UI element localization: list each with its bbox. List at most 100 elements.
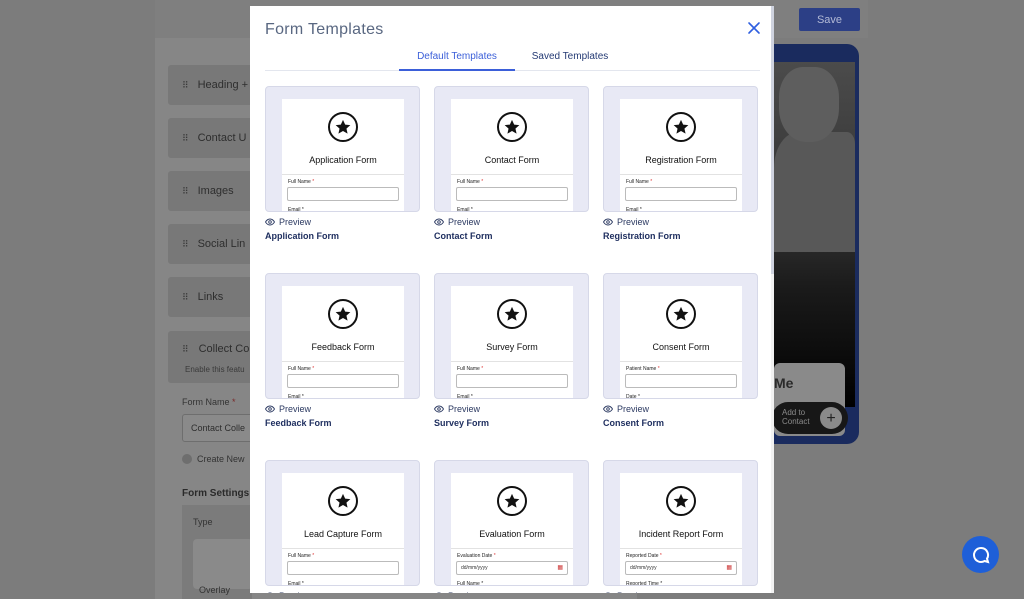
date-placeholder: dd/mm/yyyy (630, 565, 657, 571)
template-name[interactable]: Application Form (265, 231, 339, 241)
template-name[interactable]: Registration Form (603, 231, 681, 241)
text-input (287, 187, 399, 201)
field-label: Email * (457, 394, 473, 398)
field-label-text: Full Name (288, 179, 311, 185)
star-icon (497, 486, 527, 516)
field-label: Full Name * (457, 366, 483, 372)
field-label-text: Full Name (457, 179, 480, 185)
template-name[interactable]: Contact Form (434, 231, 493, 241)
type-label: Type (193, 517, 213, 527)
preview-link[interactable]: Preview (434, 404, 480, 414)
save-button[interactable]: Save (799, 8, 860, 31)
field-label: Email * (288, 394, 304, 398)
section-label: Images (197, 185, 234, 197)
add-to-contact-button[interactable]: Add to Contact + (772, 402, 848, 434)
create-new-label: Create New (197, 454, 245, 464)
drag-handle-icon[interactable]: ⠿ (182, 344, 189, 354)
drag-handle-icon[interactable]: ⠿ (182, 292, 189, 303)
field-label: Email * (288, 581, 304, 586)
eye-icon (434, 405, 444, 413)
create-new-radio[interactable]: Create New (182, 454, 245, 464)
template-tabs: Default Templates Saved Templates (265, 50, 760, 71)
preview-link[interactable]: Preview (603, 591, 649, 593)
preview-link[interactable]: Preview (434, 217, 480, 227)
eye-icon (265, 405, 275, 413)
field-label: Date * (626, 394, 640, 398)
thumbnail-page: Incident Report Form Reported Date * dd/… (620, 473, 742, 586)
section-label: Social Lin (197, 238, 246, 250)
template-thumbnail[interactable]: Evaluation Form Evaluation Date * dd/mm/… (434, 460, 589, 586)
close-icon[interactable] (747, 20, 761, 36)
required-marker: * (639, 207, 642, 212)
field-label: Full Name * (626, 179, 652, 185)
drag-handle-icon[interactable]: ⠿ (182, 80, 189, 91)
star-icon (497, 112, 527, 142)
type-panel: Type Overlay (182, 505, 253, 599)
field-label: Email * (288, 207, 304, 211)
preview-label: Preview (279, 591, 311, 593)
profile-name: Me (774, 375, 794, 391)
star-icon (328, 486, 358, 516)
template-name[interactable]: Feedback Form (265, 418, 332, 428)
template-thumbnail[interactable]: Consent Form Patient Name * Date * (603, 273, 758, 399)
preview-link[interactable]: Preview (603, 404, 649, 414)
tab-default-templates[interactable]: Default Templates (399, 50, 515, 71)
preview-label: Preview (279, 217, 312, 227)
radio-icon[interactable] (182, 454, 192, 464)
required-marker: * (301, 581, 304, 586)
thumbnail-title: Application Form (309, 155, 377, 165)
form-templates-modal: Form Templates Default Templates Saved T… (250, 6, 774, 593)
star-icon (666, 112, 696, 142)
field-label: Email * (626, 207, 642, 212)
required-marker: * (470, 207, 473, 212)
help-chat-button[interactable] (962, 536, 999, 573)
preview-link[interactable]: Preview (434, 591, 480, 593)
preview-link[interactable]: Preview (265, 591, 311, 593)
template-name[interactable]: Consent Form (603, 418, 664, 428)
field-label-text: Email (288, 581, 301, 586)
template-thumbnail[interactable]: Registration Form Full Name * Email * (603, 86, 758, 212)
star-icon (328, 299, 358, 329)
template-thumbnail[interactable]: Feedback Form Full Name * Email * (265, 273, 420, 399)
drag-handle-icon[interactable]: ⠿ (182, 133, 189, 144)
tab-saved-templates[interactable]: Saved Templates (529, 50, 611, 71)
preview-link[interactable]: Preview (603, 217, 649, 227)
thumbnail-title: Consent Form (652, 342, 710, 352)
field-label: Evaluation Date * (457, 553, 496, 559)
scrollbar-thumb[interactable] (771, 6, 774, 274)
thumbnail-page: Evaluation Form Evaluation Date * dd/mm/… (451, 473, 573, 586)
date-input: dd/mm/yyyy ▦ (456, 561, 568, 575)
required-marker: * (659, 553, 662, 559)
field-label-text: Full Name (457, 581, 480, 586)
preview-link[interactable]: Preview (265, 217, 311, 227)
field-label: Full Name * (288, 179, 314, 185)
field-label-text: Full Name (626, 179, 649, 185)
overlay-label: Overlay (199, 585, 231, 595)
preview-link[interactable]: Preview (265, 404, 311, 414)
drag-handle-icon[interactable]: ⠿ (182, 239, 189, 250)
calendar-icon: ▦ (726, 565, 732, 571)
template-thumbnail[interactable]: Application Form Full Name * Email * (265, 86, 420, 212)
text-input (456, 374, 568, 388)
template-name[interactable]: Survey Form (434, 418, 489, 428)
required-marker: * (660, 581, 663, 586)
divider (451, 548, 573, 549)
template-thumbnail[interactable]: Survey Form Full Name * Email * (434, 273, 589, 399)
field-label-text: Patient Name (626, 366, 657, 372)
overlay-option[interactable] (193, 539, 253, 589)
field-label: Full Name * (288, 553, 314, 559)
eye-icon (267, 592, 273, 593)
divider (451, 361, 573, 362)
photo-suit (774, 132, 855, 252)
section-label: Heading + (197, 79, 249, 91)
field-label-text: Full Name (457, 366, 480, 372)
calendar-icon: ▦ (557, 565, 563, 571)
template-thumbnail[interactable]: Lead Capture Form Full Name * Email * (265, 460, 420, 586)
required-marker: * (481, 581, 484, 586)
template-thumbnail[interactable]: Incident Report Form Reported Date * dd/… (603, 460, 758, 586)
required-marker: * (657, 366, 660, 372)
field-label: Patient Name * (626, 366, 660, 372)
text-input (625, 187, 737, 201)
template-thumbnail[interactable]: Contact Form Full Name * Email * (434, 86, 589, 212)
drag-handle-icon[interactable]: ⠿ (182, 186, 189, 197)
